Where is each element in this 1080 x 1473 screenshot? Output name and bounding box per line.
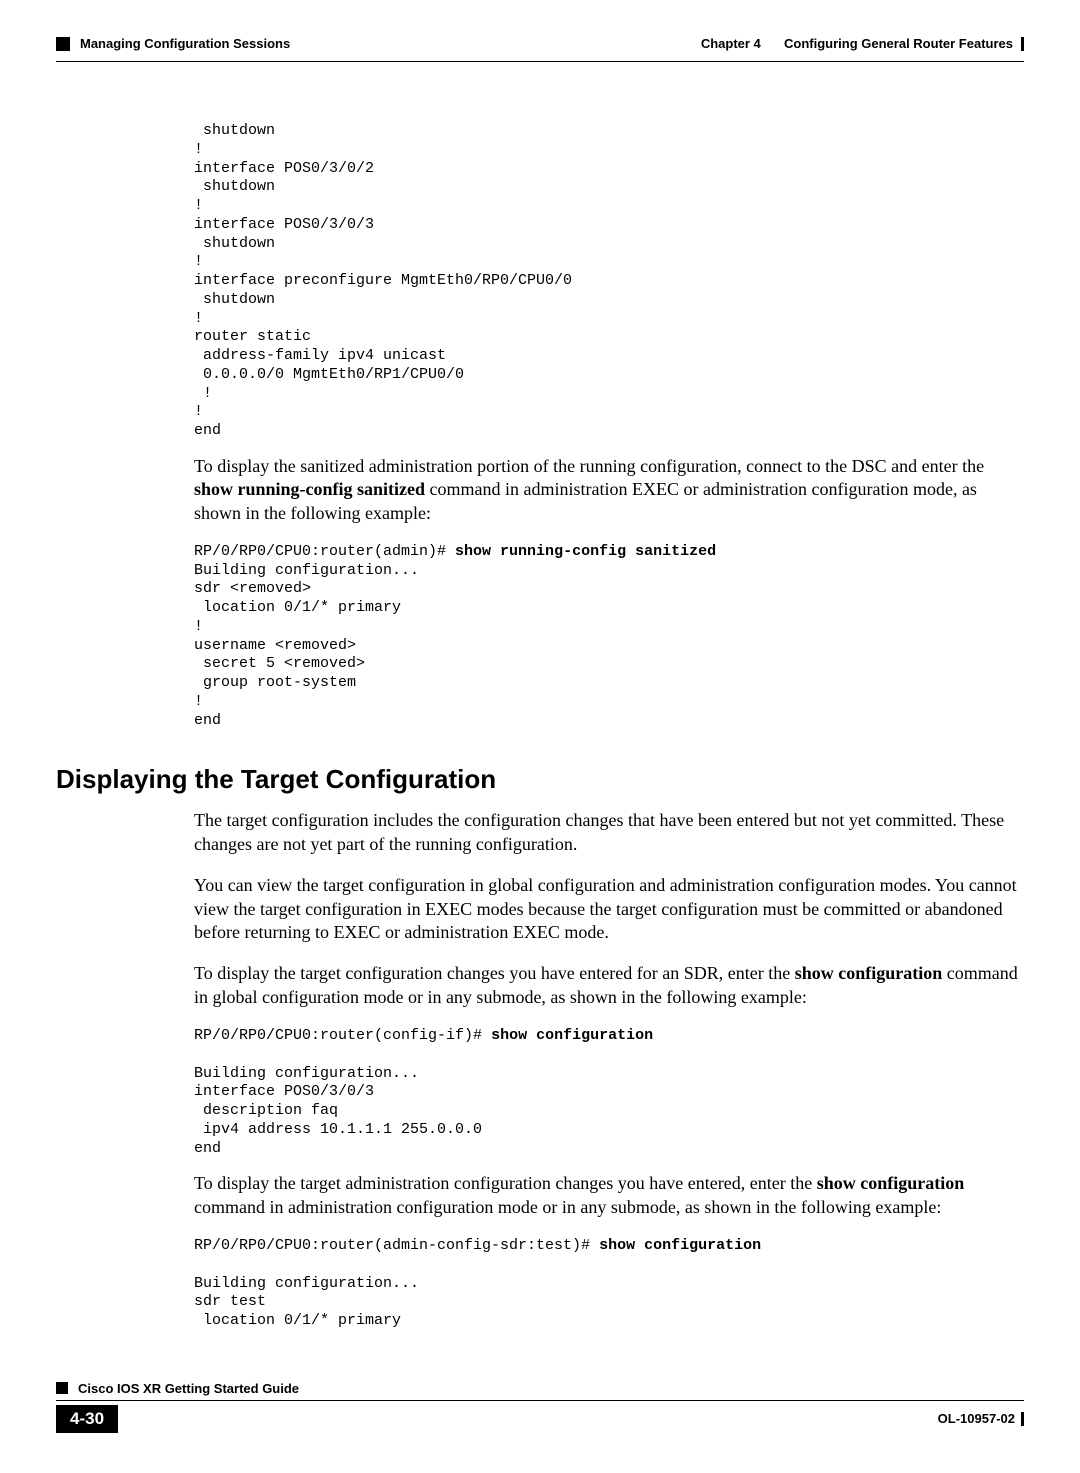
paragraph-showconfig-admin: To display the target administration con… <box>194 1172 1024 1219</box>
header-section-label: Managing Configuration Sessions <box>80 36 290 51</box>
header-right: Chapter 4 Configuring General Router Fea… <box>701 36 1024 51</box>
header-rule <box>56 61 1024 62</box>
paragraph-target-modes: You can view the target configuration in… <box>194 874 1024 944</box>
footer-bottom: 4-30 OL-10957-02 <box>56 1405 1024 1433</box>
paragraph-showconfig-sdr: To display the target configuration chan… <box>194 962 1024 1009</box>
code-block-1: shutdown ! interface POS0/3/0/2 shutdown… <box>194 122 1024 441</box>
page-header: Managing Configuration Sessions Chapter … <box>56 36 1024 51</box>
page-footer: Cisco IOS XR Getting Started Guide 4-30 … <box>56 1381 1024 1433</box>
doc-number: OL-10957-02 <box>938 1411 1024 1426</box>
code-block-4: RP/0/RP0/CPU0:router(admin-config-sdr:te… <box>194 1237 1024 1331</box>
footer-guide-title: Cisco IOS XR Getting Started Guide <box>78 1381 299 1396</box>
section-heading: Displaying the Target Configuration <box>56 764 1024 795</box>
footer-top: Cisco IOS XR Getting Started Guide <box>56 1381 1024 1396</box>
bullet-icon <box>56 1382 68 1394</box>
header-chapter-title: Configuring General Router Features <box>784 36 1013 51</box>
header-chapter-num: Chapter 4 <box>701 36 761 51</box>
bullet-icon <box>56 37 70 51</box>
page-number: 4-30 <box>56 1405 118 1433</box>
code-block-3: RP/0/RP0/CPU0:router(config-if)# show co… <box>194 1027 1024 1158</box>
paragraph-sanitized: To display the sanitized administration … <box>194 455 1024 525</box>
header-left: Managing Configuration Sessions <box>56 36 290 51</box>
content-block: shutdown ! interface POS0/3/0/2 shutdown… <box>194 122 1024 1331</box>
code-block-2: RP/0/RP0/CPU0:router(admin)# show runnin… <box>194 543 1024 731</box>
paragraph-target-intro: The target configuration includes the co… <box>194 809 1024 856</box>
divider-icon <box>1021 1412 1024 1426</box>
document-page: Managing Configuration Sessions Chapter … <box>0 0 1080 1473</box>
footer-rule <box>56 1400 1024 1401</box>
divider-icon <box>1021 37 1024 51</box>
